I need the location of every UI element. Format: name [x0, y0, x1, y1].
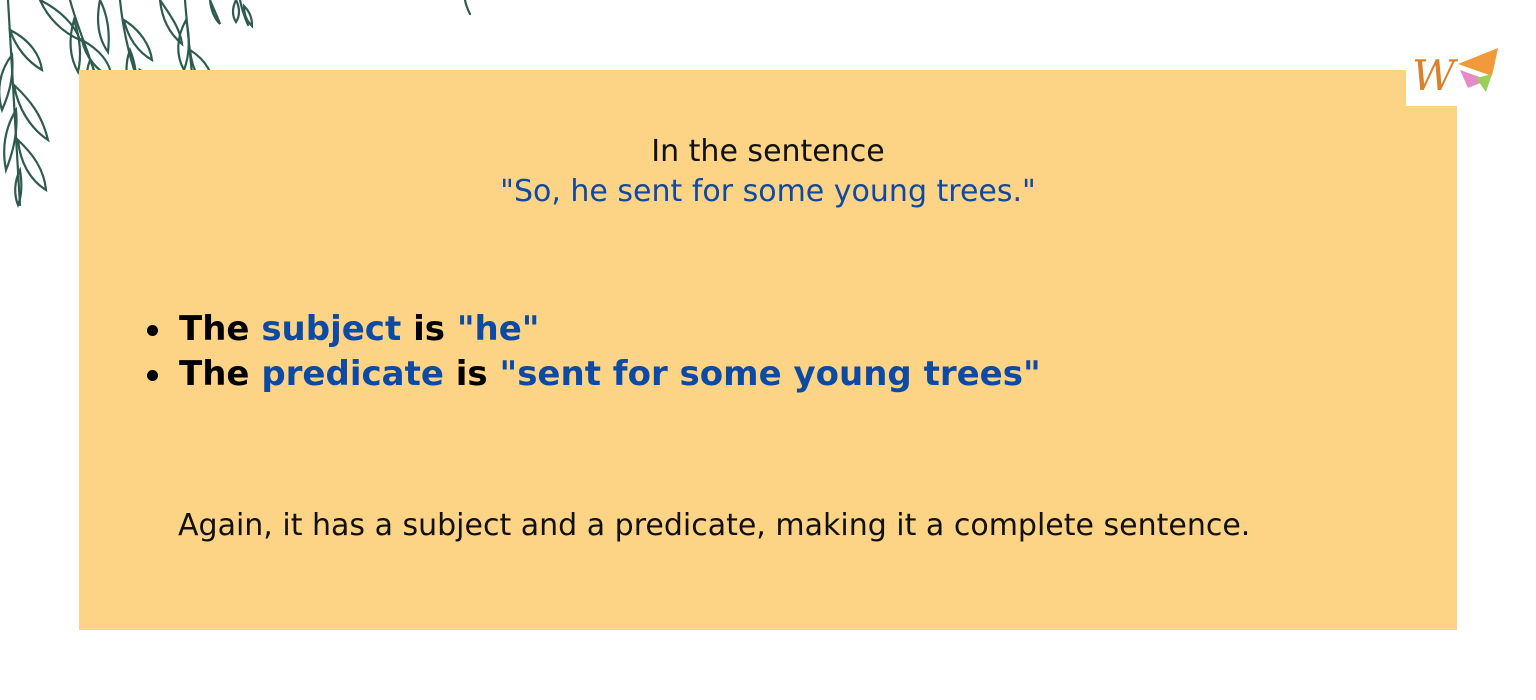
intro-heading: In the sentence: [651, 134, 885, 169]
conclusion-text: Again, it has a subject and a predicate,…: [178, 508, 1251, 543]
list-item-predicate: The predicate is "sent for some young tr…: [145, 352, 1041, 397]
bullet-icon: [147, 370, 158, 381]
bullet-lead: The: [179, 309, 250, 349]
subject-value: "he": [456, 309, 540, 349]
bullet-verb: is: [455, 354, 488, 394]
list-item-subject: The subject is "he": [145, 307, 1041, 352]
analysis-list: The subject is "he" The predicate is "se…: [145, 307, 1041, 397]
example-sentence: "So, he sent for some young trees.": [500, 174, 1036, 209]
logo-badge: W: [1406, 40, 1502, 106]
brand-logo-icon: W: [1412, 48, 1498, 100]
predicate-value: "sent for some young trees": [499, 354, 1041, 394]
bullet-icon: [147, 325, 158, 336]
logo-letter: W: [1412, 51, 1459, 100]
bullet-verb: is: [413, 309, 445, 349]
subject-term: subject: [261, 309, 402, 349]
bullet-lead: The: [179, 354, 250, 394]
intro-block: In the sentence "So, he sent for some yo…: [79, 132, 1457, 212]
predicate-term: predicate: [261, 354, 444, 394]
